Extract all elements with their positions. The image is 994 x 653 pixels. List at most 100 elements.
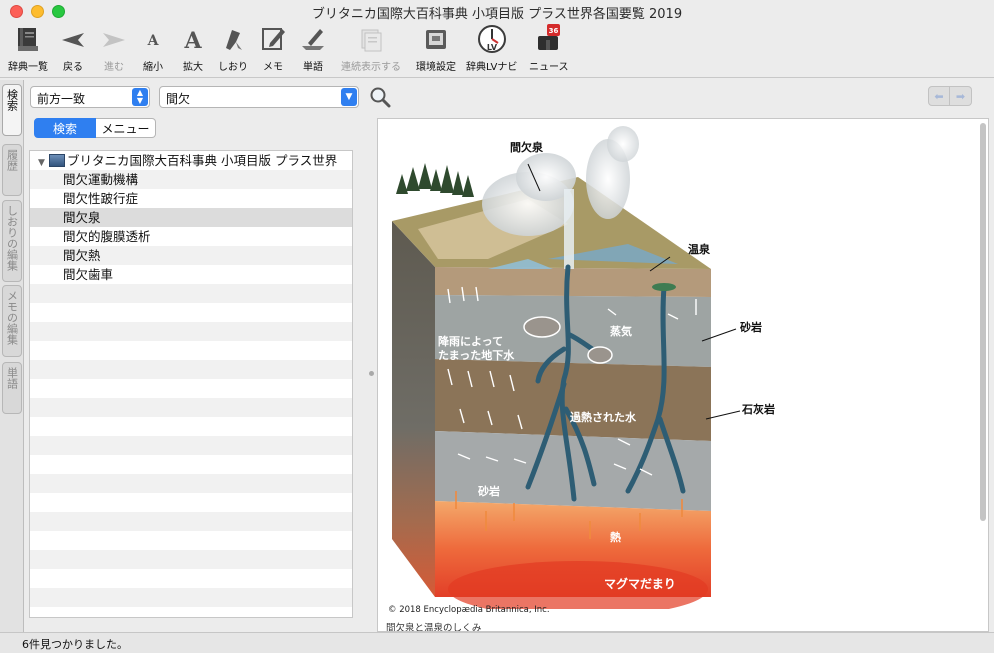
nav-forward-button[interactable]: ➡ [950,86,972,106]
history-nav: ⬅ ➡ [928,86,972,106]
close-window-button[interactable] [10,5,23,18]
side-tab-search[interactable]: 検索 [2,84,22,136]
side-tab-bookmark-edit[interactable]: しおりの編集 [2,200,22,282]
label-limestone: 石灰岩 [742,403,775,416]
search-mode-select[interactable]: 前方一致 ▲ ▼ [30,86,150,108]
image-credit: © 2018 Encyclopædia Britannica, Inc. [388,605,550,615]
lv-navi-label: 辞典LVナビ [466,62,518,73]
tab-search[interactable]: 検索 [34,118,96,138]
memo-button[interactable]: メモ [256,24,290,73]
status-text: 6件見つかりました。 [22,638,128,651]
svg-text:A: A [183,28,202,54]
continuous-display-icon [354,24,388,54]
label-geyser: 間欠泉 [510,141,543,154]
split-view-divider[interactable] [367,80,375,632]
svg-text:LV: LV [487,43,498,52]
side-tab-memo-edit-label: メモの編集 [5,290,19,345]
divider-handle-icon [369,371,374,376]
list-item-label: 間欠歯車 [63,267,114,282]
side-tab-memo-edit[interactable]: メモの編集 [2,285,22,357]
bookmark-label: しおり [218,62,248,73]
back-button[interactable]: 戻る [56,24,90,73]
list-item-selected[interactable]: 間欠泉 [30,208,352,227]
font-smaller-icon: A [136,24,170,54]
side-tab-word-label: 単語 [5,367,19,389]
continuous-display-button[interactable]: 連続表示する [341,24,401,73]
preferences-label: 環境設定 [416,62,456,73]
preferences-icon [419,24,453,54]
minimize-window-button[interactable] [31,5,44,18]
side-tab-bar: 検索 履歴 しおりの編集 メモの編集 単語 [0,80,24,632]
word-label: 単語 [303,62,323,73]
side-tab-history-label: 履歴 [5,149,19,171]
font-larger-label: 拡大 [183,62,203,73]
label-steam: 蒸気 [610,325,632,338]
results-dictionary-name: ブリタニカ国際大百科事典 小項目版 プラス世界 [67,153,338,168]
side-tab-search-label: 検索 [5,89,19,111]
article-scrollbar[interactable] [980,123,986,521]
search-input[interactable]: 間欠 ▼ [159,86,359,108]
continuous-display-label: 連続表示する [341,62,401,73]
list-item[interactable]: 間欠運動機構 [30,170,352,189]
forward-button[interactable]: 進む [97,24,131,73]
label-sandstone-bottom: 砂岩 [478,485,500,498]
results-group-header[interactable]: ▼ ブリタニカ国際大百科事典 小項目版 プラス世界 [30,151,352,170]
right-arrow-icon: ➡ [955,89,966,103]
tab-menu[interactable]: メニュー [96,118,156,138]
label-superheated: 過熱された水 [570,411,636,424]
list-item-label: 間欠性跛行症 [63,191,139,206]
font-smaller-label: 縮小 [143,62,163,73]
toolbar: 辞典一覧 戻る 進む A 縮小 A 拡大 しおり メモ 単語 連続表示する 環境… [0,22,994,78]
forward-label: 進む [104,62,124,73]
dictionary-list-button[interactable]: 辞典一覧 [8,24,48,73]
article-view: 間欠泉 温泉 砂岩 石灰岩 降雨によって たまった地下水 蒸気 過熱された水 砂… [377,118,989,632]
font-larger-button[interactable]: A 拡大 [176,24,210,73]
word-icon [296,24,330,54]
window-title: ブリタニカ国際大百科事典 小項目版 プラス世界各国要覧 2019 [311,6,683,22]
label-heat: 熱 [610,531,621,544]
label-magma: マグマだまり [604,577,676,591]
font-smaller-button[interactable]: A 縮小 [136,24,170,73]
bookmark-icon [216,24,250,54]
preferences-button[interactable]: 環境設定 [416,24,456,73]
side-tab-bookmark-edit-label: しおりの編集 [5,205,19,271]
chevron-down-icon[interactable]: ▼ [341,88,357,106]
back-arrow-icon [56,24,90,54]
dictionary-list-label: 辞典一覧 [8,62,48,73]
lv-navi-icon: LV [475,24,509,54]
font-larger-icon: A [176,24,210,54]
side-tab-history[interactable]: 履歴 [2,144,22,196]
results-list: ▼ ブリタニカ国際大百科事典 小項目版 プラス世界 間欠運動機構 間欠性跛行症 間… [29,150,353,618]
window-controls [10,5,65,18]
dictionary-list-icon [11,24,45,54]
list-item[interactable]: 間欠熱 [30,246,352,265]
zoom-window-button[interactable] [52,5,65,18]
label-sandstone-right: 砂岩 [740,321,762,334]
memo-label: メモ [263,62,283,73]
nav-back-button[interactable]: ⬅ [928,86,950,106]
news-label: ニュース [529,62,569,73]
lv-navi-button[interactable]: LV 辞典LVナビ [466,24,517,73]
view-segmented-control: 検索 メニュー [34,118,156,138]
select-arrows-icon: ▲ ▼ [132,88,148,106]
list-item-label: 間欠熱 [63,248,101,263]
back-label: 戻る [63,62,83,73]
news-button[interactable]: 36 ニュース [529,24,569,73]
list-item[interactable]: 間欠性跛行症 [30,189,352,208]
geyser-diagram [392,126,741,609]
word-button[interactable]: 単語 [296,24,330,73]
forward-arrow-icon [97,24,131,54]
list-item[interactable]: 間欠歯車 [30,265,352,284]
label-rain-water-2: たまった地下水 [438,349,515,362]
side-tab-word[interactable]: 単語 [2,362,22,414]
bookmark-button[interactable]: しおり [216,24,250,73]
search-mode-value: 前方一致 [37,92,86,106]
news-badge: 36 [548,27,558,35]
list-item-label: 間欠泉 [63,210,101,225]
svg-text:A: A [147,33,160,49]
left-arrow-icon: ⬅ [934,89,944,103]
label-hot-spring: 温泉 [688,243,710,256]
status-bar: 6件見つかりました。 [0,632,994,653]
list-item[interactable]: 間欠的腹膜透析 [30,227,352,246]
title-bar[interactable]: ブリタニカ国際大百科事典 小項目版 プラス世界各国要覧 2019 [0,0,994,24]
